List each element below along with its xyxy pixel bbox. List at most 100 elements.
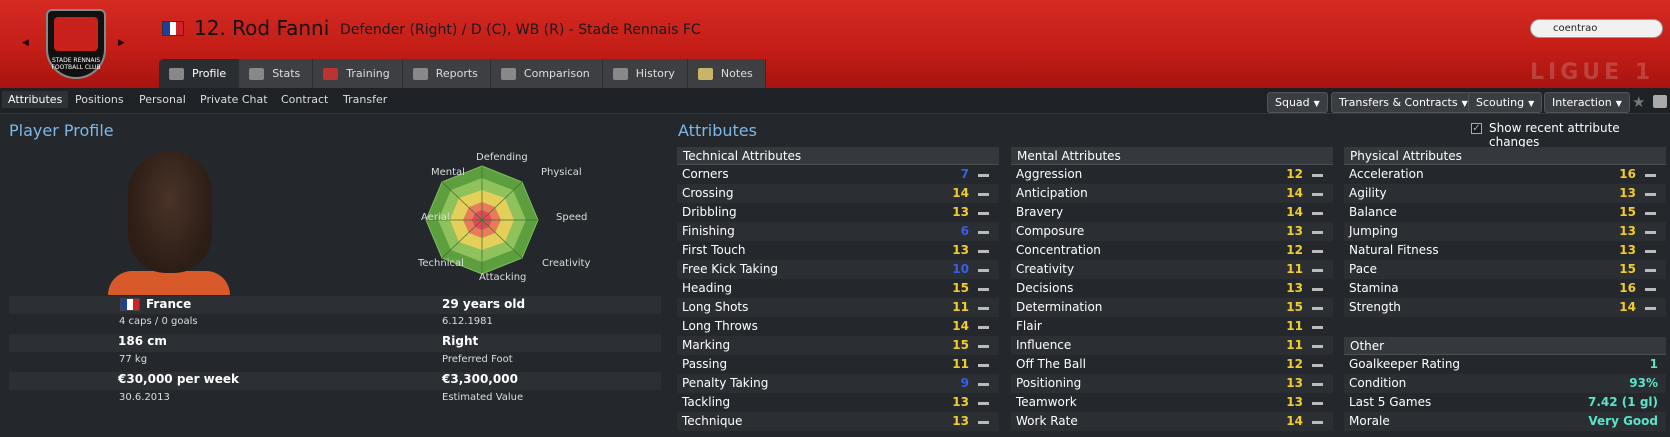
attribute-row: Long Shots 11 (677, 298, 999, 317)
attribute-name: Condition (1349, 376, 1407, 390)
attribute-value: 13 (1286, 376, 1303, 390)
radar-label-technical: Technical (418, 258, 464, 269)
subtab-positions[interactable]: Positions (75, 93, 124, 106)
attribute-value: 13 (1619, 186, 1636, 200)
tab-training[interactable]: Training (313, 59, 403, 88)
radar-label-physical: Physical (541, 167, 582, 178)
attribute-row: Marking 15 (677, 336, 999, 355)
nation-flag-icon (120, 298, 140, 311)
no-change-icon (1312, 326, 1323, 329)
previous-arrow-icon[interactable]: ◀ (22, 38, 29, 48)
nation-flag-icon (162, 21, 184, 36)
no-change-icon (1645, 231, 1656, 234)
attribute-row: Tackling 13 (677, 393, 999, 412)
attribute-value: 11 (1286, 319, 1303, 333)
no-change-icon (1312, 402, 1323, 405)
attribute-value: 13 (952, 243, 969, 257)
no-change-icon (978, 307, 989, 310)
estimated-value-label: Estimated Value (442, 392, 524, 403)
tab-comparison[interactable]: Comparison (491, 59, 603, 88)
player-photo (108, 151, 230, 295)
league-watermark: LIGUE 1 (1530, 60, 1655, 85)
search-input[interactable]: coentrao (1530, 19, 1663, 38)
attribute-row: Concentration 12 (1011, 241, 1333, 260)
technical-attribute-list: Corners 7 Crossing 14 Dribbling 13 Finishing 6 F… (677, 165, 999, 431)
attribute-value: 16 (1619, 167, 1636, 181)
attribute-row: Creativity 11 (1011, 260, 1333, 279)
attributes-title: Attributes (678, 121, 757, 140)
attribute-name: Stamina (1349, 281, 1399, 295)
transfers-contracts-dropdown[interactable]: Transfers & Contracts ▼ (1331, 92, 1476, 113)
attribute-name: Natural Fitness (1349, 243, 1439, 257)
physical-attributes-header: Physical Attributes (1344, 147, 1666, 165)
tab-notes[interactable]: Notes (688, 59, 766, 88)
attribute-name: Penalty Taking (682, 376, 769, 390)
attribute-value: 11 (1286, 338, 1303, 352)
tab-label: Reports (435, 67, 478, 80)
other-row: Morale Very Good (1344, 412, 1666, 431)
attribute-value: 13 (1619, 243, 1636, 257)
contract-expiry: 30.6.2013 (119, 392, 170, 403)
attribute-row: Bravery 14 (1011, 203, 1333, 222)
attribute-value: 6 (960, 224, 969, 238)
no-change-icon (1645, 307, 1656, 310)
attribute-value: 7 (960, 167, 969, 181)
no-change-icon (1312, 383, 1323, 386)
interaction-dropdown[interactable]: Interaction ▼ (1544, 92, 1630, 113)
no-change-icon (978, 231, 989, 234)
no-change-icon (1312, 364, 1323, 367)
recent-changes-checkbox[interactable]: ✓ (1471, 123, 1482, 134)
subtab-transfer[interactable]: Transfer (343, 93, 387, 106)
subtab-attributes[interactable]: Attributes (2, 91, 69, 108)
technical-attributes-panel: Technical Attributes Corners 7 Crossing 14 D… (677, 147, 999, 431)
no-change-icon (1312, 269, 1323, 272)
attribute-value: 14 (1286, 414, 1303, 428)
scouting-dropdown[interactable]: Scouting ▼ (1468, 92, 1543, 113)
attribute-name: Jumping (1349, 224, 1399, 238)
attribute-value: 13 (952, 414, 969, 428)
no-change-icon (1645, 193, 1656, 196)
tab-stats[interactable]: Stats (239, 59, 314, 88)
squad-dropdown[interactable]: Squad ▼ (1267, 92, 1328, 113)
attribute-name: Teamwork (1016, 395, 1077, 409)
attribute-value: 12 (1286, 357, 1303, 371)
notes-icon[interactable] (1653, 95, 1667, 108)
star-icon[interactable]: ★ (1632, 93, 1645, 111)
notes-icon (697, 67, 713, 80)
profile-icon (169, 67, 184, 80)
profile-row-nation (9, 296, 661, 314)
attribute-name: Crossing (682, 186, 734, 200)
no-change-icon (1645, 288, 1656, 291)
other-row: Last 5 Games 7.42 (1 gl) (1344, 393, 1666, 412)
attribute-row: Anticipation 14 (1011, 184, 1333, 203)
subtab-contract[interactable]: Contract (281, 93, 328, 106)
attribute-row: Agility 13 (1344, 184, 1666, 203)
attribute-name: Strength (1349, 300, 1401, 314)
no-change-icon (978, 402, 989, 405)
nation-name[interactable]: France (146, 297, 191, 311)
tab-reports[interactable]: Reports (403, 59, 491, 88)
attribute-name: Off The Ball (1016, 357, 1086, 371)
attribute-name: Technique (682, 414, 743, 428)
next-arrow-icon[interactable]: ▶ (118, 38, 125, 48)
tab-history[interactable]: History (603, 59, 688, 88)
attribute-name: Determination (1016, 300, 1103, 314)
subtab-private-chat[interactable]: Private Chat (200, 93, 268, 106)
attribute-name: Composure (1016, 224, 1085, 238)
subtab-personal[interactable]: Personal (139, 93, 186, 106)
attribute-name: Morale (1349, 414, 1390, 428)
attribute-row: Pace 15 (1344, 260, 1666, 279)
attribute-value: 12 (1286, 243, 1303, 257)
attribute-name: Long Shots (682, 300, 749, 314)
tab-label: Training (346, 67, 390, 80)
attribute-name: First Touch (682, 243, 746, 257)
tab-profile[interactable]: Profile (159, 59, 240, 88)
attribute-value: 12 (1286, 167, 1303, 181)
other-panel: Other Goalkeeper Rating 1 Condition 93% Last… (1344, 337, 1666, 431)
attribute-value: 11 (952, 300, 969, 314)
attribute-name: Last 5 Games (1349, 395, 1432, 409)
attribute-name: Tackling (682, 395, 731, 409)
no-change-icon (1312, 307, 1323, 310)
recent-changes-label: Show recent attribute changes (1489, 121, 1620, 149)
no-change-icon (978, 326, 989, 329)
